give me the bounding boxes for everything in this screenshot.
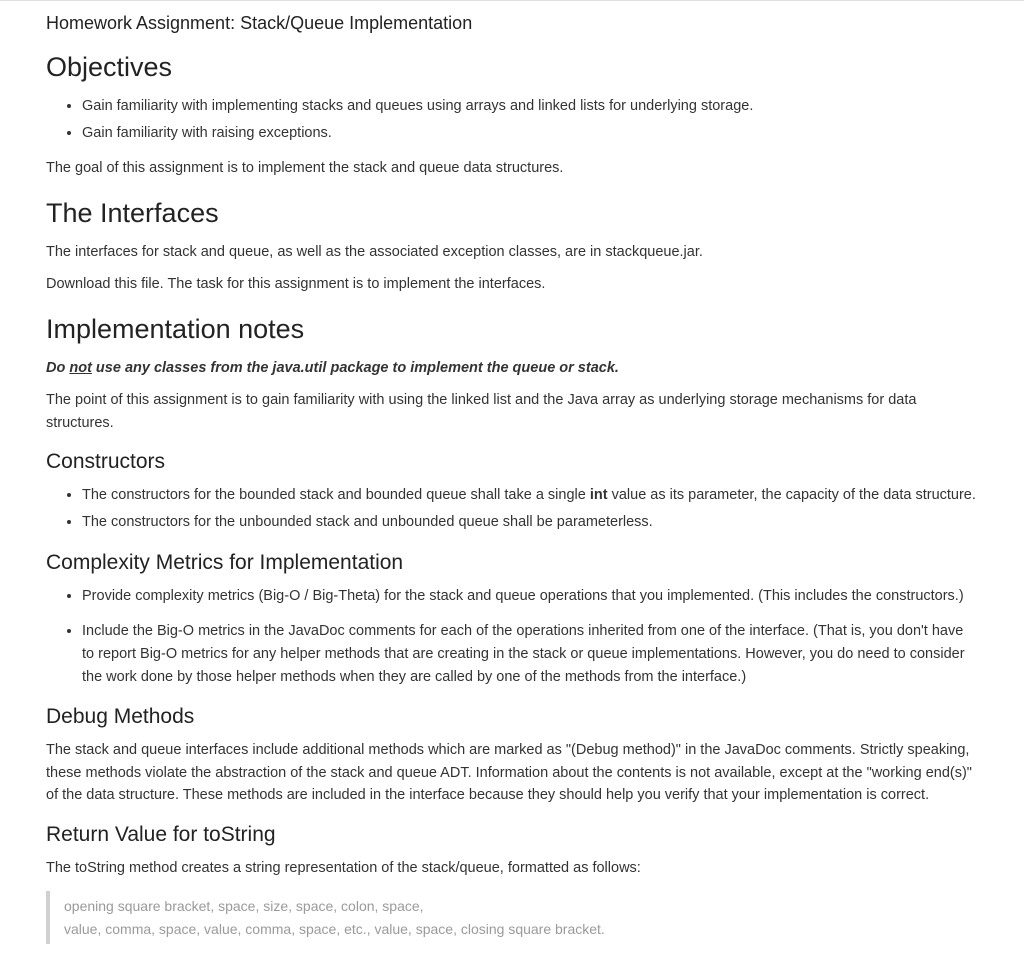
- list-item: The constructors for the unbounded stack…: [82, 511, 978, 534]
- tostring-block-line-2: value, comma, space, value, comma, space…: [64, 918, 964, 940]
- constructors-list: The constructors for the bounded stack a…: [46, 484, 978, 534]
- heading-objectives: Objectives: [46, 52, 978, 83]
- heading-implementation-notes: Implementation notes: [46, 314, 978, 345]
- impl-warn-not: not: [69, 360, 92, 376]
- list-item: Include the Big-O metrics in the JavaDoc…: [82, 620, 978, 690]
- heading-interfaces: The Interfaces: [46, 198, 978, 229]
- objectives-list: Gain familiarity with implementing stack…: [46, 95, 978, 145]
- ctor-b1-post: value as its parameter, the capacity of …: [608, 487, 976, 503]
- heading-complexity: Complexity Metrics for Implementation: [46, 551, 978, 575]
- impl-warning: Do not use any classes from the java.uti…: [46, 357, 978, 379]
- list-item: The constructors for the bounded stack a…: [82, 484, 978, 507]
- list-item: Gain familiarity with implementing stack…: [82, 95, 978, 118]
- heading-constructors: Constructors: [46, 450, 978, 474]
- ctor-b1-pre: The constructors for the bounded stack a…: [82, 487, 590, 503]
- heading-debug-methods: Debug Methods: [46, 705, 978, 729]
- debug-para: The stack and queue interfaces include a…: [46, 739, 978, 806]
- tostring-block-line-1: opening square bracket, space, size, spa…: [64, 895, 964, 917]
- impl-para: The point of this assignment is to gain …: [46, 389, 978, 434]
- heading-tostring: Return Value for toString: [46, 823, 978, 847]
- interfaces-para-2: Download this file. The task for this as…: [46, 273, 978, 295]
- complexity-list: Provide complexity metrics (Big-O / Big-…: [46, 585, 978, 690]
- list-item: Gain familiarity with raising exceptions…: [82, 122, 978, 145]
- ctor-b1-bold: int: [590, 487, 608, 503]
- list-item: Provide complexity metrics (Big-O / Big-…: [82, 585, 978, 608]
- tostring-format-block: opening square bracket, space, size, spa…: [46, 891, 978, 944]
- document-body: Homework Assignment: Stack/Queue Impleme…: [0, 1, 1024, 964]
- objectives-para: The goal of this assignment is to implem…: [46, 157, 978, 179]
- tostring-para: The toString method creates a string rep…: [46, 857, 978, 879]
- impl-warn-post: use any classes from the java.util packa…: [92, 360, 619, 376]
- impl-warn-pre: Do: [46, 360, 69, 376]
- interfaces-para-1: The interfaces for stack and queue, as w…: [46, 241, 978, 263]
- page-title: Homework Assignment: Stack/Queue Impleme…: [46, 13, 978, 34]
